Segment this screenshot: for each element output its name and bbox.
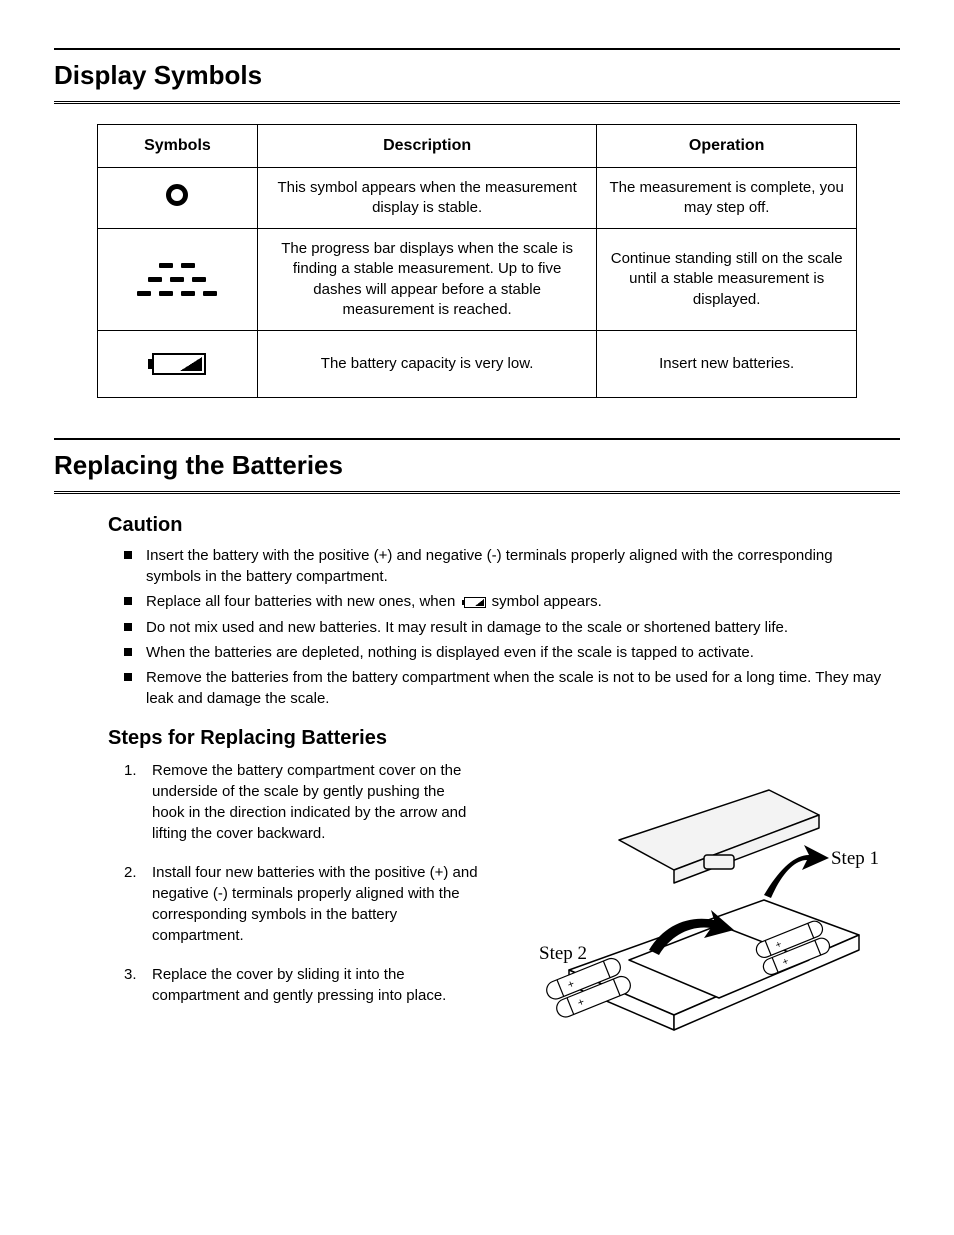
figure-label-step2: Step 2 bbox=[539, 943, 587, 965]
list-item: Insert the battery with the positive (+)… bbox=[124, 545, 890, 587]
caution-text: symbol appears. bbox=[488, 593, 602, 610]
battery-replacement-illustration: + + + bbox=[509, 760, 889, 1040]
description-cell: This symbol appears when the measurement… bbox=[257, 167, 596, 229]
symbol-cell bbox=[98, 229, 258, 331]
symbol-cell bbox=[98, 331, 258, 398]
list-item: When the batteries are depleted, nothing… bbox=[124, 642, 890, 663]
list-item: Install four new batteries with the posi… bbox=[124, 862, 478, 946]
caution-text: Insert the battery with the positive (+)… bbox=[146, 547, 833, 585]
progress-dashes-icon bbox=[133, 258, 221, 302]
description-cell: The progress bar displays when the scale… bbox=[257, 229, 596, 331]
stable-circle-icon bbox=[166, 184, 188, 206]
steps-heading: Steps for Replacing Batteries bbox=[108, 727, 900, 750]
section-title-display-symbols: Display Symbols bbox=[54, 48, 900, 104]
table-row: The progress bar displays when the scale… bbox=[98, 229, 857, 331]
operation-cell: Insert new batteries. bbox=[597, 331, 857, 398]
col-header-description: Description bbox=[257, 125, 596, 168]
symbols-table: Symbols Description Operation This symbo… bbox=[97, 124, 857, 398]
table-row: This symbol appears when the measurement… bbox=[98, 167, 857, 229]
description-cell: The battery capacity is very low. bbox=[257, 331, 596, 398]
list-item: Do not mix used and new batteries. It ma… bbox=[124, 617, 890, 638]
caution-text: Do not mix used and new batteries. It ma… bbox=[146, 619, 788, 636]
caution-text: Replace all four batteries with new ones… bbox=[146, 593, 460, 610]
caution-list: Insert the battery with the positive (+)… bbox=[124, 545, 900, 709]
low-battery-icon bbox=[148, 353, 206, 375]
symbol-cell bbox=[98, 167, 258, 229]
section-title-replacing-batteries: Replacing the Batteries bbox=[54, 438, 900, 494]
list-item: Remove the batteries from the battery co… bbox=[124, 667, 890, 709]
caution-heading: Caution bbox=[108, 514, 900, 537]
low-battery-icon bbox=[462, 592, 486, 613]
operation-cell: Continue standing still on the scale unt… bbox=[597, 229, 857, 331]
list-item: Remove the battery compartment cover on … bbox=[124, 760, 478, 844]
figure-label-step1: Step 1 bbox=[831, 848, 879, 870]
caution-text: Remove the batteries from the battery co… bbox=[146, 669, 881, 707]
operation-cell: The measurement is complete, you may ste… bbox=[597, 167, 857, 229]
caution-text: When the batteries are depleted, nothing… bbox=[146, 644, 754, 661]
col-header-operation: Operation bbox=[597, 125, 857, 168]
steps-list: Remove the battery compartment cover on … bbox=[124, 760, 478, 1006]
list-item: Replace the cover by sliding it into the… bbox=[124, 964, 478, 1006]
col-header-symbols: Symbols bbox=[98, 125, 258, 168]
table-row: The battery capacity is very low. Insert… bbox=[98, 331, 857, 398]
list-item: Replace all four batteries with new ones… bbox=[124, 591, 890, 613]
